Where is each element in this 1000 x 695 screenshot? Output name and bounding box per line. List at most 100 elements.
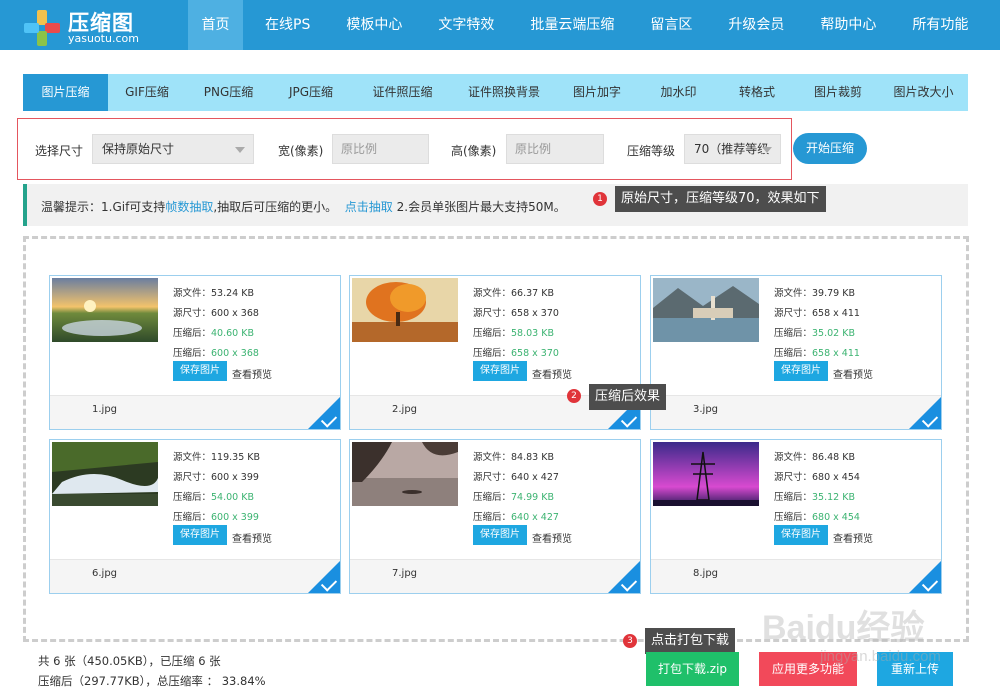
watermark-sub: jingyan.baidu.com (820, 648, 941, 665)
nav-item-batch-compress[interactable]: 批量云端压缩 (508, 0, 628, 50)
save-image-button[interactable]: 保存图片 (473, 361, 527, 381)
file-name: 7.jpg (392, 568, 418, 579)
save-image-button[interactable]: 保存图片 (774, 361, 828, 381)
tab-add-text[interactable]: 图片加字 (554, 74, 640, 111)
level-select-value: 70（推荐等级 (694, 142, 770, 156)
tab-resize[interactable]: 图片改大小 (879, 74, 968, 111)
click-extract-link[interactable]: 点击抽取 (345, 200, 393, 214)
start-compress-button[interactable]: 开始压缩 (793, 133, 867, 164)
src-file-size: 源文件：86.48 KB (774, 452, 855, 463)
card-footer: 8.jpg (651, 559, 941, 593)
compressed-file-size: 压缩后：35.12 KB (774, 492, 855, 503)
src-dimensions: 源尺寸：658 x 370 (473, 308, 559, 319)
callout-badge: 1 (593, 192, 607, 206)
frame-extract-link[interactable]: 帧数抽取 (165, 200, 213, 214)
level-select[interactable]: 70（推荐等级 (684, 134, 781, 164)
compressed-dimensions: 压缩后：640 x 427 (473, 512, 559, 523)
src-file-size: 源文件：84.83 KB (473, 452, 554, 463)
tab-crop[interactable]: 图片裁剪 (797, 74, 879, 111)
compressed-dimensions: 压缩后：600 x 399 (173, 512, 259, 523)
view-preview-link[interactable]: 查看预览 (833, 366, 873, 381)
file-name: 6.jpg (92, 568, 118, 579)
save-image-button[interactable]: 保存图片 (473, 525, 527, 545)
chevron-down-icon (762, 147, 772, 153)
level-label: 压缩等级 (627, 144, 676, 158)
thumbnail-lake-village[interactable] (653, 278, 759, 342)
image-card: 源文件：119.35 KB 源尺寸：600 x 399 压缩后：54.00 KB… (49, 439, 341, 594)
tab-convert-format[interactable]: 转格式 (717, 74, 797, 111)
card-footer: 6.jpg (50, 559, 340, 593)
callout-note: 原始尺寸，压缩等级70，效果如下 (615, 186, 826, 212)
thumbnail-lake-boat[interactable] (352, 442, 458, 506)
thumbnail-power-tower[interactable] (653, 442, 759, 506)
compressed-dimensions: 压缩后：658 x 370 (473, 348, 559, 359)
file-name: 8.jpg (693, 568, 719, 579)
height-label: 高(像素) (451, 144, 497, 158)
card-footer: 1.jpg (50, 395, 340, 429)
src-dimensions: 源尺寸：680 x 454 (774, 472, 860, 483)
file-name: 2.jpg (392, 404, 418, 415)
view-preview-link[interactable]: 查看预览 (532, 366, 572, 381)
tab-id-photo-background[interactable]: 证件照换背景 (454, 74, 554, 111)
card-footer: 3.jpg (651, 395, 941, 429)
nav-item-home[interactable]: 首页 (188, 0, 243, 50)
src-dimensions: 源尺寸：658 x 411 (774, 308, 860, 319)
nav-item-upgrade[interactable]: 升级会员 (706, 0, 798, 50)
src-file-size: 源文件：66.37 KB (473, 288, 554, 299)
file-name: 1.jpg (92, 404, 118, 415)
baidu-watermark: Baidu经验 jingyan.baidu.com (760, 598, 990, 688)
src-dimensions: 源尺寸：600 x 368 (173, 308, 259, 319)
download-zip-button[interactable]: 打包下载.zip (646, 652, 739, 686)
site-logo[interactable]: 压缩图 yasuotu.com (24, 6, 174, 46)
nav-item-online-ps[interactable]: 在线PS (243, 0, 324, 50)
callout-badge: 3 (623, 634, 637, 648)
summary-ratio: 压缩后（297.77KB），总压缩率 ： 33.84% (38, 674, 266, 688)
nav-item-messages[interactable]: 留言区 (628, 0, 706, 50)
main-nav: 首页 在线PS 模板中心 文字特效 批量云端压缩 留言区 升级会员 帮助中心 所… (188, 0, 968, 50)
compressed-file-size: 压缩后：40.60 KB (173, 328, 254, 339)
logo-subtitle: yasuotu.com (68, 32, 139, 45)
thumbnail-waterfall[interactable] (52, 442, 158, 506)
compressed-dimensions: 压缩后：680 x 454 (774, 512, 860, 523)
tab-png-compress[interactable]: PNG压缩 (186, 74, 271, 111)
view-preview-link[interactable]: 查看预览 (532, 530, 572, 545)
compressed-dimensions: 压缩后：600 x 368 (173, 348, 259, 359)
tool-tabs: 图片压缩 GIF压缩 PNG压缩 JPG压缩 证件照压缩 证件照换背景 图片加字… (23, 74, 968, 111)
thumbnail-autumn-tree[interactable] (352, 278, 458, 342)
view-preview-link[interactable]: 查看预览 (232, 530, 272, 545)
height-input[interactable]: 原比例 (506, 134, 604, 164)
size-select-value: 保持原始尺寸 (102, 142, 175, 156)
image-card: 源文件：86.48 KB 源尺寸：680 x 454 压缩后：35.12 KB … (650, 439, 942, 594)
src-file-size: 源文件：119.35 KB (173, 452, 261, 463)
card-footer: 7.jpg (350, 559, 640, 593)
tab-image-compress[interactable]: 图片压缩 (23, 74, 108, 111)
image-card: 源文件：39.79 KB 源尺寸：658 x 411 压缩后：35.02 KB … (650, 275, 942, 430)
src-file-size: 源文件：39.79 KB (774, 288, 855, 299)
view-preview-link[interactable]: 查看预览 (232, 366, 272, 381)
view-preview-link[interactable]: 查看预览 (833, 530, 873, 545)
save-image-button[interactable]: 保存图片 (173, 361, 227, 381)
callout-badge: 2 (567, 389, 581, 403)
src-file-size: 源文件：53.24 KB (173, 288, 254, 299)
top-nav-bar: 压缩图 yasuotu.com 首页 在线PS 模板中心 文字特效 批量云端压缩… (0, 0, 1000, 50)
save-image-button[interactable]: 保存图片 (173, 525, 227, 545)
size-label: 选择尺寸 (35, 144, 84, 158)
compressed-dimensions: 压缩后：658 x 411 (774, 348, 860, 359)
save-image-button[interactable]: 保存图片 (774, 525, 828, 545)
nav-item-help[interactable]: 帮助中心 (798, 0, 890, 50)
tab-gif-compress[interactable]: GIF压缩 (108, 74, 186, 111)
size-select[interactable]: 保持原始尺寸 (92, 134, 254, 164)
nav-item-text-effects[interactable]: 文字特效 (416, 0, 508, 50)
tab-id-photo-compress[interactable]: 证件照压缩 (351, 74, 454, 111)
width-input[interactable]: 原比例 (332, 134, 429, 164)
tab-watermark[interactable]: 加水印 (640, 74, 717, 111)
chevron-down-icon (235, 147, 245, 153)
image-card: 源文件：84.83 KB 源尺寸：640 x 427 压缩后：74.99 KB … (349, 439, 641, 594)
nav-item-all-features[interactable]: 所有功能 (890, 0, 968, 50)
logo-cross-icon (24, 10, 60, 46)
nav-item-templates[interactable]: 模板中心 (324, 0, 416, 50)
tab-jpg-compress[interactable]: JPG压缩 (271, 74, 351, 111)
compressed-file-size: 压缩后：74.99 KB (473, 492, 554, 503)
thumbnail-sunset-river[interactable] (52, 278, 158, 342)
watermark-text: Baidu经验 (762, 609, 925, 647)
